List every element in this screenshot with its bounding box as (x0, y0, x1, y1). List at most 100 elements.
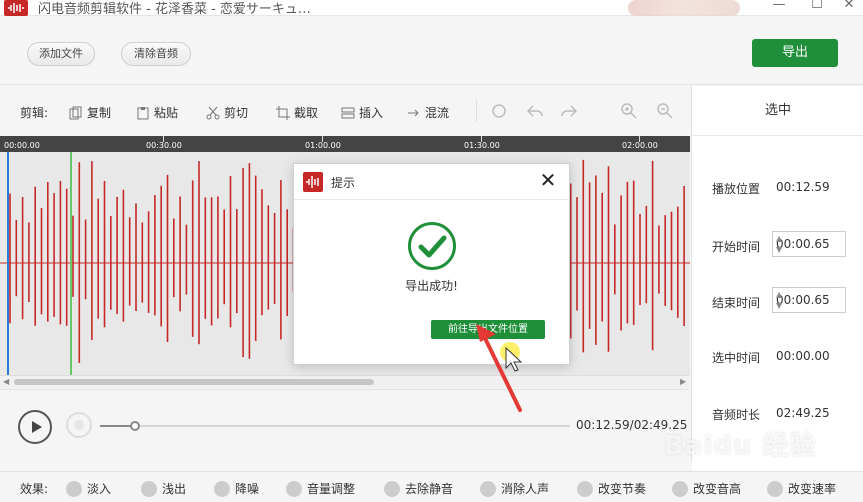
timeline-tick: 00:30.00 (146, 141, 182, 150)
start-time-input[interactable]: 00:00.65 ▲ ▼ (772, 231, 846, 257)
insert-button[interactable]: 插入 (341, 104, 383, 121)
duration-label: 音频时长 (712, 408, 761, 422)
effects-bar: 效果: 淡入 浅出 降噪 音量调整 去除静音 消除人声 改变节奏 改变音高 改变… (0, 471, 863, 502)
horizontal-scrollbar[interactable]: ◀ ▶ (0, 375, 690, 388)
crop-button[interactable]: 截取 (276, 104, 318, 121)
fade-out-icon (141, 481, 157, 497)
timeline-tick: 02:00.00 (622, 141, 658, 150)
success-check-icon (408, 222, 456, 270)
annotation-arrow (476, 324, 523, 412)
timeline-mark (163, 136, 164, 142)
timeline-ruler[interactable]: 00:00.00 00:30.00 01:00.00 01:30.00 02:0… (0, 136, 690, 152)
increment-arrow-icon[interactable]: ▲ (776, 290, 843, 299)
zoom-in-icon[interactable] (620, 102, 638, 120)
timeline-tick: 01:30.00 (464, 141, 500, 150)
panel-title: 选中 (692, 86, 863, 136)
duration-value: 02:49.25 (776, 406, 830, 420)
effect-label: 改变音高 (693, 482, 742, 496)
effect-change-rate[interactable]: 改变速率 (767, 480, 836, 497)
top-bar: 添加文件 清除音频 导出 (0, 17, 863, 85)
redo-loop-icon[interactable] (490, 102, 508, 120)
dialog-close-icon[interactable]: ✕ (537, 168, 559, 192)
restore-button[interactable]: ☐ (806, 0, 828, 12)
toolbar-divider (476, 100, 477, 122)
effects-label: 效果: (20, 482, 49, 496)
effect-fade-in[interactable]: 淡入 (66, 480, 111, 497)
app-logo-icon (4, 0, 28, 16)
copy-icon (69, 106, 82, 120)
decrement-arrow-icon[interactable]: ▼ (776, 245, 843, 254)
scroll-left-arrow-icon[interactable]: ◀ (3, 377, 9, 386)
start-time-label: 开始时间 (712, 240, 761, 254)
app-logo-icon (303, 172, 323, 192)
scroll-right-arrow-icon[interactable]: ▶ (680, 377, 686, 386)
title-bar: 闪电音频剪辑软件 - 花泽香菜 - 恋爱サーキュ… — ☐ ✕ (0, 0, 863, 17)
edit-toolbar: 剪辑: 复制 粘贴 剪切 截取 插入 混流 (0, 86, 690, 136)
person-icon (480, 481, 496, 497)
playback-slider[interactable] (100, 421, 570, 431)
crop-label: 截取 (294, 106, 319, 120)
copy-button[interactable]: 复制 (69, 104, 111, 121)
toolbar-label: 剪辑: (20, 106, 49, 120)
effect-label: 浅出 (162, 482, 187, 496)
decrement-arrow-icon[interactable]: ▼ (776, 301, 843, 310)
scissors-icon (206, 106, 220, 120)
export-button[interactable]: 导出 (752, 39, 838, 67)
watermark-url: jingyan.baidu.com (690, 460, 783, 471)
denoise-icon (214, 481, 230, 497)
pitch-icon (672, 481, 688, 497)
cut-label: 剪切 (224, 106, 249, 120)
effect-fade-out[interactable]: 浅出 (141, 480, 186, 497)
insert-icon (341, 107, 355, 119)
play-position-label: 播放位置 (712, 182, 761, 196)
dialog-message: 导出成功! (405, 279, 458, 293)
effect-volume[interactable]: 音量调整 (286, 480, 355, 497)
copy-label: 复制 (87, 106, 112, 120)
redo-icon[interactable] (560, 102, 578, 120)
window-title: 闪电音频剪辑软件 - 花泽香菜 - 恋爱サーキュ… (38, 2, 311, 17)
effect-label: 音量调整 (307, 482, 356, 496)
close-window-button[interactable]: ✕ (838, 0, 860, 12)
selected-time-label: 选中时间 (712, 351, 761, 365)
player-bar: 00:12.59/02:49.25 (0, 389, 690, 455)
effect-label: 改变节奏 (598, 482, 647, 496)
paste-icon (137, 107, 149, 120)
undo-icon[interactable] (526, 102, 544, 120)
volume-icon (286, 481, 302, 497)
insert-label: 插入 (359, 106, 384, 120)
play-position-value: 00:12.59 (776, 180, 830, 194)
timeline-mark (481, 136, 482, 142)
add-file-button[interactable]: 添加文件 (27, 42, 95, 66)
effect-label: 消除人声 (501, 482, 550, 496)
scrollbar-thumb[interactable] (14, 379, 374, 385)
effect-denoise[interactable]: 降噪 (214, 480, 259, 497)
mix-icon (408, 109, 419, 117)
end-time-label: 结束时间 (712, 296, 761, 310)
timeline-mark (639, 136, 640, 142)
effect-change-tempo[interactable]: 改变节奏 (577, 480, 646, 497)
increment-arrow-icon[interactable]: ▲ (776, 234, 843, 243)
mix-label: 混流 (425, 106, 450, 120)
cut-button[interactable]: 剪切 (206, 104, 248, 121)
minimize-button[interactable]: — (768, 0, 790, 12)
crop-icon (276, 106, 290, 120)
effect-remove-vocals[interactable]: 消除人声 (480, 480, 549, 497)
mix-button[interactable]: 混流 (407, 104, 449, 121)
end-time-input[interactable]: 00:00.65 ▲ ▼ (772, 287, 846, 313)
blurred-area (628, 0, 740, 16)
clear-audio-button[interactable]: 清除音频 (121, 42, 191, 66)
effect-remove-silence[interactable]: 去除静音 (384, 480, 453, 497)
timeline-tick: 00:00.00 (4, 141, 40, 150)
dialog-title: 提示 (331, 176, 356, 190)
timeline-mark (322, 136, 323, 142)
selected-time-value: 00:00.00 (776, 349, 830, 363)
zoom-out-icon[interactable] (656, 102, 674, 120)
effect-change-pitch[interactable]: 改变音高 (672, 480, 741, 497)
play-button[interactable] (18, 410, 52, 444)
stop-button[interactable] (66, 412, 92, 438)
effect-label: 改变速率 (788, 482, 837, 496)
playback-knob[interactable] (129, 421, 140, 431)
paste-button[interactable]: 粘贴 (136, 104, 178, 121)
effect-label: 淡入 (87, 482, 112, 496)
mute-icon (384, 481, 400, 497)
